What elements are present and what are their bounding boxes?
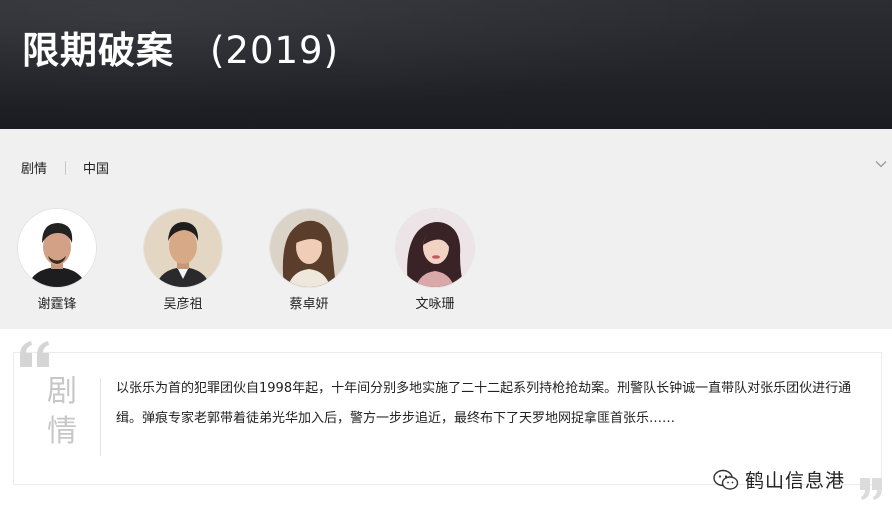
chevron-down-icon[interactable] [874,157,888,171]
actress-portrait-icon[interactable] [270,209,348,287]
wechat-icon [713,469,739,490]
cast-member[interactable]: 蔡卓妍 [270,209,396,312]
open-quote-icon [20,341,49,367]
plot-summary-text: 以张乐为首的犯罪团伙自1998年起，十年间分别多地实施了二十二起系列持枪抢劫案。… [116,381,852,426]
plot-divider [100,378,101,456]
plot-label: 剧 情 [40,372,84,452]
close-quote-icon [860,478,882,500]
movie-info-panel: 剧情 中国 谢霆锋 吴彦祖 蔡卓妍 文咏珊 [0,129,892,329]
cast-member[interactable]: 文咏珊 [396,209,522,312]
cast-name[interactable]: 谢霆锋 [18,293,96,312]
cast-name[interactable]: 蔡卓妍 [270,293,348,312]
actor-portrait-icon[interactable] [18,209,96,287]
genre-region-tags: 剧情 中国 [21,158,109,177]
movie-header-banner: 限期破案 (2019) [0,0,892,129]
actress-portrait-icon[interactable] [396,209,474,287]
wechat-watermark: 鹤山信息港 [713,466,845,493]
movie-year: (2019) [210,29,340,72]
cast-member[interactable]: 谢霆锋 [18,209,144,312]
genre-tag[interactable]: 剧情 [21,158,47,177]
tag-divider [65,160,67,175]
cast-list: 谢霆锋 吴彦祖 蔡卓妍 文咏珊 [18,209,522,312]
cast-name[interactable]: 吴彦祖 [144,293,222,312]
movie-title-text: 限期破案 [22,29,174,72]
cast-name[interactable]: 文咏珊 [396,293,474,312]
plot-label-char: 剧 [47,374,77,409]
actor-portrait-icon[interactable] [144,209,222,287]
region-tag[interactable]: 中国 [83,158,109,177]
plot-label-char: 情 [47,414,77,449]
movie-title: 限期破案 (2019) [22,20,339,74]
cast-member[interactable]: 吴彦祖 [144,209,270,312]
watermark-text: 鹤山信息港 [745,470,846,492]
